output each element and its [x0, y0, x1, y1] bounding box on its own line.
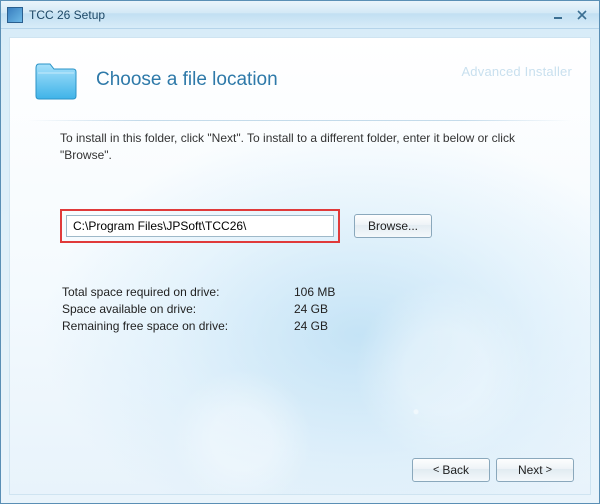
next-label: Next: [518, 463, 543, 477]
titlebar[interactable]: TCC 26 Setup: [1, 1, 599, 29]
disk-stats: Total space required on drive: 106 MB Sp…: [60, 283, 550, 336]
remaining-label: Remaining free space on drive:: [62, 319, 292, 334]
instruction-text: To install in this folder, click "Next".…: [60, 130, 550, 165]
content-outer: Advanced Installer Choose a: [1, 29, 599, 503]
remaining-value: 24 GB: [294, 319, 335, 334]
page-heading: Choose a file location: [96, 69, 278, 91]
next-button[interactable]: Next >: [496, 458, 574, 482]
back-button[interactable]: < Back: [412, 458, 490, 482]
chevron-right-icon: >: [546, 464, 552, 476]
available-value: 24 GB: [294, 302, 335, 317]
browse-button[interactable]: Browse...: [354, 214, 432, 238]
setup-window: TCC 26 Setup Advanced Installer: [0, 0, 600, 504]
install-path-input[interactable]: [66, 215, 334, 237]
watermark-text: Advanced Installer: [461, 64, 572, 79]
path-row: Browse...: [60, 209, 550, 243]
required-value: 106 MB: [294, 285, 335, 300]
content-panel: Advanced Installer Choose a: [9, 37, 591, 495]
app-icon: [7, 7, 23, 23]
divider: [28, 120, 572, 121]
chevron-left-icon: <: [433, 464, 439, 476]
footer-buttons: < Back Next >: [412, 458, 574, 482]
body-area: To install in this folder, click "Next".…: [10, 112, 590, 336]
available-label: Space available on drive:: [62, 302, 292, 317]
required-label: Total space required on drive:: [62, 285, 292, 300]
minimize-button[interactable]: [547, 6, 569, 24]
folder-icon: [32, 58, 80, 102]
back-label: Back: [442, 463, 469, 477]
window-title: TCC 26 Setup: [29, 8, 545, 22]
close-button[interactable]: [571, 6, 593, 24]
path-highlight: [60, 209, 340, 243]
